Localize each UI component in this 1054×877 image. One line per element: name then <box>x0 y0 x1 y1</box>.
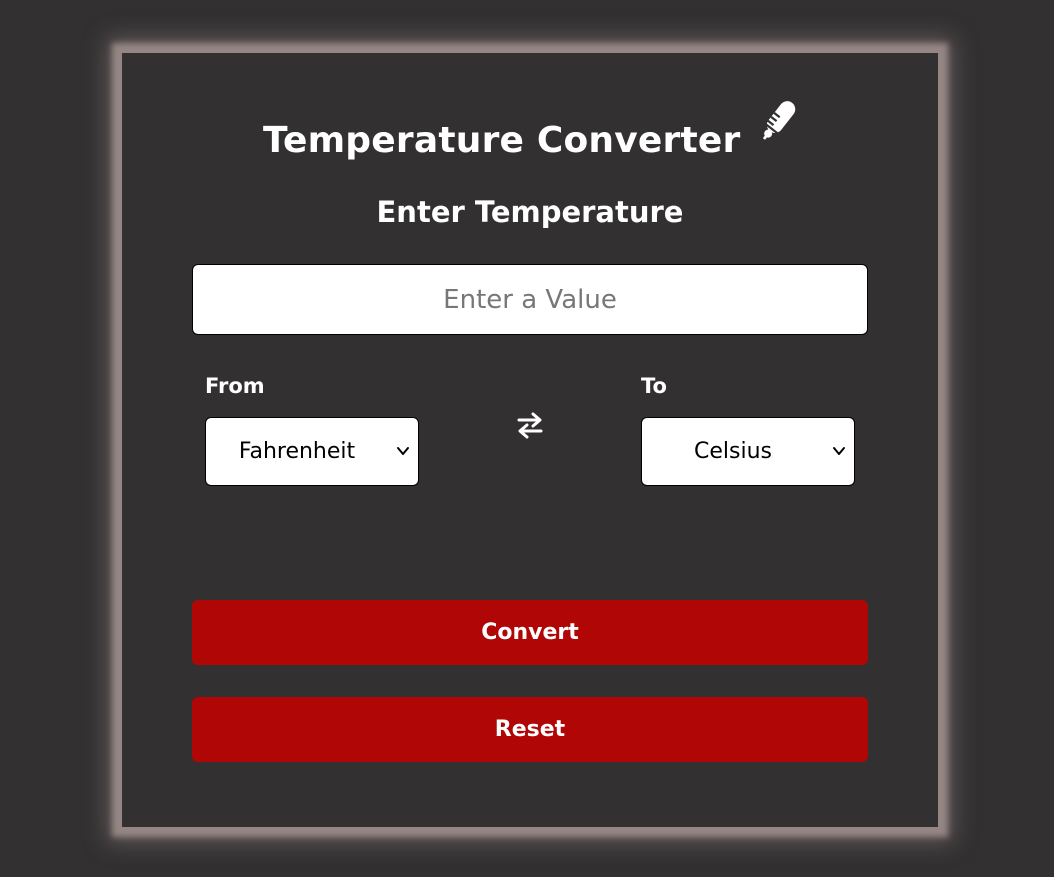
from-unit-select[interactable]: Fahrenheit <box>205 417 419 486</box>
to-label: To <box>641 374 667 398</box>
convert-button[interactable]: Convert <box>192 600 868 665</box>
page-title: Temperature Converter <box>263 120 741 161</box>
chevron-down-icon <box>833 447 845 455</box>
to-unit-value: Celsius <box>694 439 772 464</box>
section-heading: Enter Temperature <box>376 195 684 229</box>
converter-card: Temperature Converter Enter Temperature … <box>122 53 938 827</box>
thermometer-icon <box>763 101 796 140</box>
reset-button[interactable]: Reset <box>192 697 868 762</box>
from-unit-value: Fahrenheit <box>238 439 356 464</box>
temperature-input[interactable] <box>192 264 868 335</box>
swap-arrows-icon[interactable] <box>516 411 544 441</box>
from-label: From <box>205 374 265 398</box>
chevron-down-icon <box>397 447 409 455</box>
to-unit-select[interactable]: Celsius <box>641 417 855 486</box>
